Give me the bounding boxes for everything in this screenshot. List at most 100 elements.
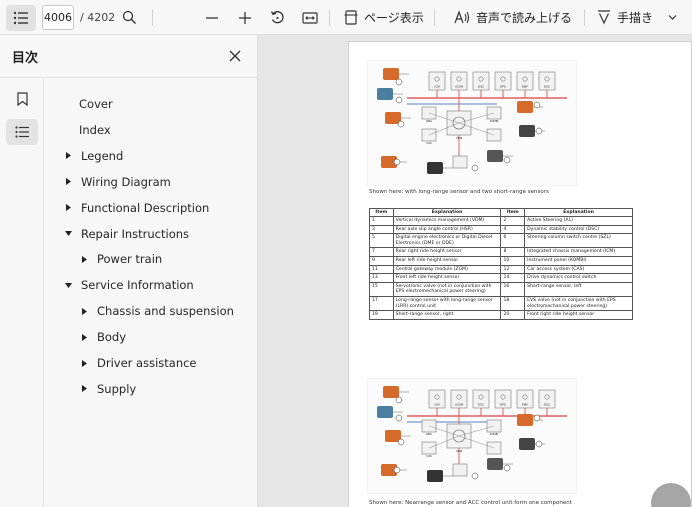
column-header: Item — [500, 208, 526, 217]
toc-item[interactable]: Legend — [64, 147, 123, 165]
ecu-label: EMA — [426, 119, 432, 123]
toc-item[interactable]: Wiring Diagram — [64, 173, 171, 191]
table-cell: 5 — [369, 233, 394, 249]
table-cell: Integrated chassis management (ICM) — [524, 247, 633, 257]
search-button[interactable] — [122, 0, 137, 35]
bookmark-icon — [16, 92, 28, 106]
table-header-row: Item Explanation Item Explanation — [369, 208, 633, 217]
table-row: 7 Rear right ride height sensor 8 Integrate… — [369, 247, 633, 257]
ecu-label: EMA — [426, 432, 432, 436]
ecu-label: VDM — [456, 449, 463, 453]
table-row: 3 Rear axle slip angle control (HSR) 4 Dyna… — [369, 224, 633, 235]
fit-width-button[interactable] — [302, 0, 318, 35]
item-callout — [535, 127, 543, 135]
table-cell: Steering column switch centre (SZL) — [524, 233, 633, 249]
rotate-icon — [270, 11, 284, 24]
column-header: Explanation — [524, 208, 633, 217]
ecu-module — [452, 463, 468, 477]
table-row: 15 Servotronic valve (not in conjunction … — [369, 281, 633, 297]
toc-item[interactable]: Body — [80, 328, 126, 346]
column-header: Explanation — [392, 208, 502, 217]
table-cell: Long-range sensor with long-range sensor… — [392, 295, 502, 312]
toc-panel: 目次 Cover Index Legend Wiring Diagram Functio… — [0, 35, 258, 507]
table-cell: 3 — [369, 224, 394, 235]
table-cell: Short-range sensor, right — [392, 310, 502, 320]
ecu-label: KOMBI — [490, 119, 499, 123]
caret-right-icon[interactable] — [80, 307, 89, 316]
draw-button[interactable]: 手描き — [597, 0, 653, 35]
toolbar-divider — [584, 9, 585, 26]
table-row: 13 Front left ride height sensor 14 Drive d… — [369, 273, 633, 283]
table-cell: Central gateway module (ZGM) — [392, 264, 502, 275]
item-callout — [397, 120, 405, 128]
column-header: Item — [369, 208, 394, 217]
pdf-page: ICM ACSM DSC EPS EMF ESC VDM EMA CAS KOMBI Shown … — [348, 41, 692, 507]
table-row: 1 Vertical dynamics management (VDM) 2 Acti… — [369, 216, 633, 226]
rotate-button[interactable] — [270, 0, 285, 35]
ecu-label: ACSM — [455, 403, 464, 407]
caret-right-icon[interactable] — [80, 255, 89, 264]
toc-item[interactable]: Power train — [80, 250, 162, 268]
toc-item[interactable]: Functional Description — [64, 199, 209, 217]
caret-down-icon[interactable] — [64, 281, 73, 290]
document-viewport[interactable]: ICM ACSM DSC EPS EMF ESC VDM EMA CAS KOMBI Shown … — [258, 35, 692, 507]
ecu-label: EPS — [500, 85, 506, 89]
item-callout — [533, 101, 541, 109]
toc-item-label: Driver assistance — [97, 356, 197, 370]
item-callout — [503, 464, 511, 472]
table-cell: Car access system (CAS) — [524, 264, 633, 275]
table-row: 9 Rear left ride height sensor 10 Instrumen… — [369, 255, 633, 266]
toc-item[interactable]: Chassis and suspension — [80, 302, 234, 320]
table-cell: 6 — [500, 233, 526, 249]
toolbar-divider — [329, 9, 330, 26]
ecu-label: DSC — [478, 403, 484, 407]
caret-down-icon[interactable] — [64, 229, 73, 238]
table-cell: 7 — [369, 247, 394, 257]
plus-icon — [239, 11, 251, 24]
draw-options-button[interactable] — [668, 0, 677, 35]
minus-icon — [206, 16, 218, 19]
caret-right-icon[interactable] — [80, 333, 89, 342]
caret-right-icon[interactable] — [64, 203, 73, 212]
toc-item[interactable]: Driver assistance — [80, 354, 197, 372]
table-cell: Servotronic valve (not in conjunction wi… — [392, 281, 502, 297]
caret-right-icon[interactable] — [64, 177, 73, 186]
toc-rail — [0, 79, 44, 507]
caret-right-icon[interactable] — [80, 359, 89, 368]
toc-toggle-button[interactable] — [6, 0, 36, 35]
table-cell: 20 — [500, 310, 526, 320]
page-view-button[interactable]: ページ表示 — [344, 0, 424, 35]
outline-button[interactable] — [6, 119, 38, 145]
toc-item[interactable]: Cover — [79, 95, 113, 113]
caret-right-icon[interactable] — [80, 384, 89, 393]
table-cell: 1 — [369, 216, 394, 226]
table-cell: 4 — [500, 224, 526, 235]
ecu-label: DSC — [478, 85, 484, 89]
list-icon — [15, 126, 29, 138]
toolbar-divider — [434, 9, 435, 26]
table-cell: Digital engine electronics or Digital Di… — [392, 233, 502, 249]
bookmarks-button[interactable] — [6, 86, 38, 112]
table-cell: 14 — [500, 273, 526, 283]
toc-item[interactable]: Index — [79, 121, 111, 139]
toc-item[interactable]: Repair Instructions — [64, 225, 189, 243]
close-toc-button[interactable] — [226, 47, 244, 65]
page-view-label: ページ表示 — [364, 11, 424, 25]
toc-item[interactable]: Service Information — [64, 276, 194, 294]
caret-right-icon[interactable] — [64, 151, 73, 160]
zoom-out-button[interactable] — [205, 0, 219, 35]
item-callout — [471, 164, 479, 172]
ecu-label: EPS — [500, 403, 506, 407]
item-callout — [533, 414, 541, 422]
toc-item[interactable]: Supply — [80, 380, 136, 398]
ecu-label: KOMBI — [490, 432, 499, 436]
close-icon — [229, 50, 241, 62]
read-aloud-button[interactable]: 音声で読み上げる — [454, 0, 572, 35]
ecu-label: CAS — [426, 141, 432, 145]
table-cell: Dynamic stability control (DSC) — [524, 224, 633, 235]
page-number-input[interactable]: 4006 — [42, 5, 74, 30]
zoom-in-button[interactable] — [238, 0, 252, 35]
toc-item-label: Power train — [97, 252, 163, 267]
page-view-icon — [344, 10, 358, 25]
item-callout — [471, 472, 479, 480]
